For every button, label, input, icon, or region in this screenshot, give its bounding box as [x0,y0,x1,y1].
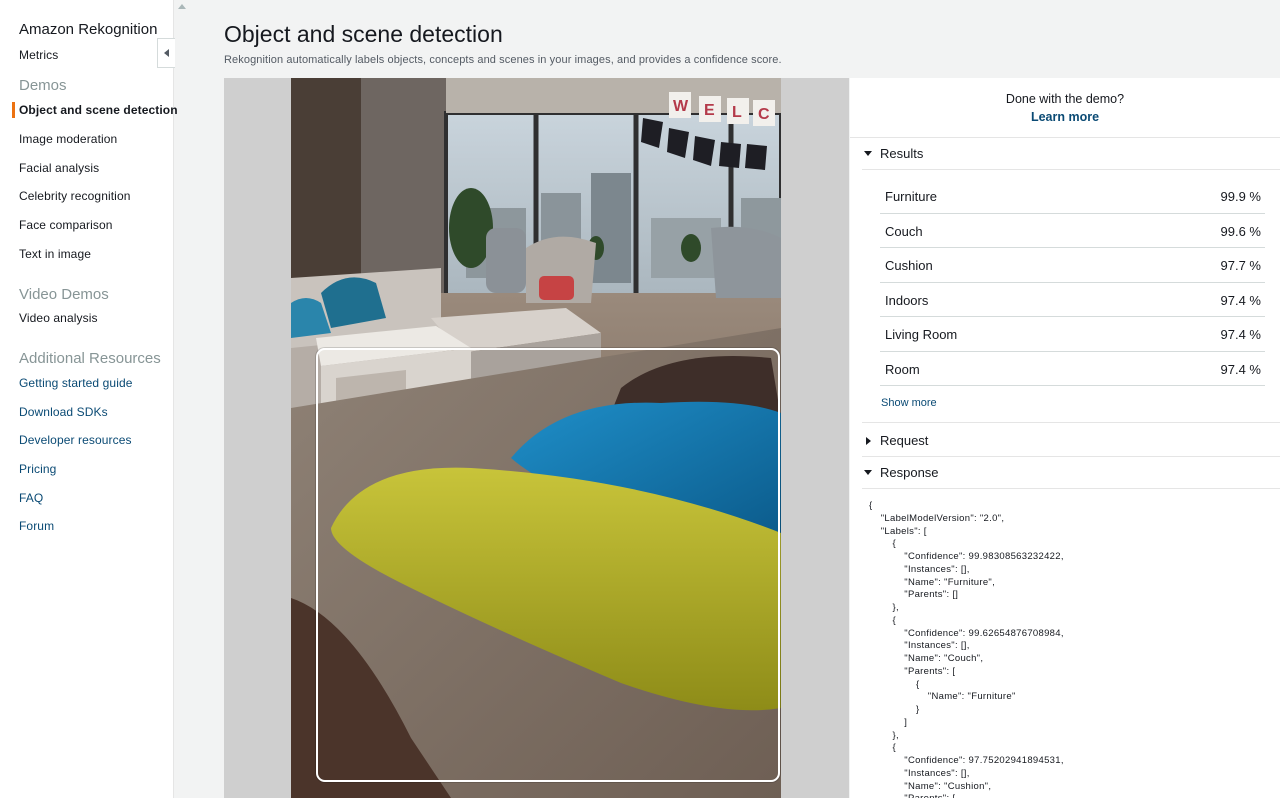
sidebar-item-forum[interactable]: Forum [19,519,54,533]
result-label: Furniture [885,189,938,204]
banner-letter: W [673,98,689,115]
divider [862,488,1280,489]
caret-down-icon [864,470,872,475]
demo-done-question: Done with the demo? [1005,92,1125,106]
sidebar-item-facial-analysis[interactable]: Facial analysis [19,161,99,175]
banner-letter: E [704,102,715,119]
response-json-viewer[interactable]: { "LabelModelVersion": "2.0", "Labels": … [869,500,1269,798]
result-row: Indoors 97.4 % [880,283,1265,317]
result-confidence: 99.9 % [1220,189,1261,204]
request-section-toggle[interactable]: Request [864,433,928,448]
result-row: Couch 99.6 % [880,214,1265,248]
chevron-left-icon [164,49,169,57]
request-section-title: Request [880,433,929,448]
result-label: Couch [885,223,923,239]
results-section-title: Results [880,146,924,161]
collapse-sidebar-button[interactable] [157,38,175,68]
divider [862,169,1280,170]
sidebar-item-text-in-image[interactable]: Text in image [19,247,91,261]
divider [862,422,1280,423]
sidebar-item-developer-resources[interactable]: Developer resources [19,433,132,447]
result-confidence: 97.4 % [1220,327,1261,342]
results-panel: Done with the demo? Learn more Results F… [850,78,1280,798]
result-label: Cushion [885,258,933,273]
banner-letter: L [732,104,742,121]
page-title: Object and scene detection [224,21,503,47]
result-label: Room [885,361,920,377]
sidebar-item-video-analysis[interactable]: Video analysis [19,311,98,325]
sidebar-item-getting-started[interactable]: Getting started guide [19,376,133,390]
section-title-video-demos: Video Demos [19,286,109,303]
sidebar-item-download-sdks[interactable]: Download SDKs [19,405,108,419]
sidebar-item-celebrity-recognition[interactable]: Celebrity recognition [19,189,131,203]
active-indicator [12,102,15,118]
page-description: Rekognition automatically labels objects… [224,54,782,66]
result-confidence: 97.4 % [1220,361,1261,377]
result-confidence: 97.4 % [1220,292,1261,308]
sidebar-item-image-moderation[interactable]: Image moderation [19,132,117,146]
result-confidence: 97.7 % [1220,258,1261,273]
results-list: Furniture 99.9 % Couch 99.6 % Cushion 97… [880,179,1265,386]
detection-bounding-box [316,348,780,782]
caret-right-icon [866,436,871,445]
sidebar-item-pricing[interactable]: Pricing [19,462,56,476]
sidebar-item-metrics[interactable]: Metrics [19,48,58,62]
result-row: Furniture 99.9 % [880,179,1265,214]
caret-down-icon [864,151,872,156]
result-label: Living Room [885,327,958,342]
sidebar: Amazon Rekognition Metrics Demos Object … [0,0,178,798]
uploaded-photo: W E L C [291,78,781,798]
sidebar-item-object-scene-detection[interactable]: Object and scene detection [19,103,178,117]
sidebar-item-faq[interactable]: FAQ [19,491,43,505]
divider [850,137,1280,138]
sidebar-item-face-comparison[interactable]: Face comparison [19,218,113,232]
results-section-toggle[interactable]: Results [864,146,923,161]
response-section-title: Response [880,465,939,480]
section-title-demos: Demos [19,77,67,94]
show-more-link[interactable]: Show more [881,397,937,409]
result-label: Indoors [885,292,929,308]
result-row: Living Room 97.4 % [880,317,1265,352]
result-confidence: 99.6 % [1220,223,1261,239]
banner-letter: C [758,106,770,123]
response-section-toggle[interactable]: Response [864,465,939,480]
scroll-up-arrow-icon[interactable] [178,4,186,9]
divider [862,456,1280,457]
learn-more-link[interactable]: Learn more [850,110,1280,124]
section-title-additional-resources: Additional Resources [19,350,161,367]
image-preview-panel: W E L C [224,78,849,798]
app-title[interactable]: Amazon Rekognition [19,21,157,38]
result-row: Room 97.4 % [880,352,1265,386]
result-row: Cushion 97.7 % [880,248,1265,283]
